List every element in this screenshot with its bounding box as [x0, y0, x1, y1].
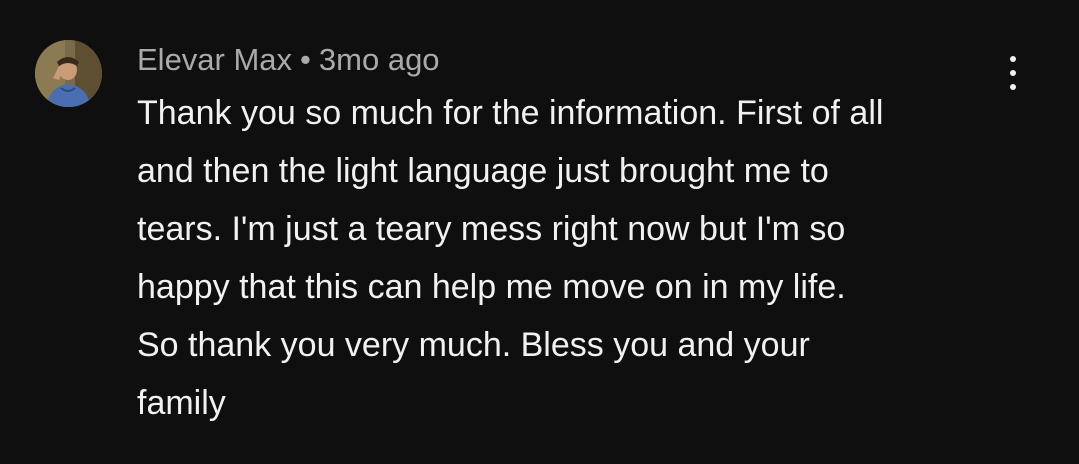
- comment-text-line: family: [137, 384, 226, 422]
- comment-text: Thank you so much for the information. F…: [137, 84, 1017, 432]
- separator-dot: •: [300, 42, 311, 77]
- author-name[interactable]: Elevar Max: [137, 42, 292, 77]
- comment-text-line: tears. I'm just a teary mess right now b…: [137, 210, 846, 248]
- comment-header: Elevar Max • 3mo ago: [137, 40, 440, 80]
- comment-text-line: and then the light language just brought…: [137, 152, 829, 190]
- kebab-dot: [1010, 56, 1016, 62]
- timestamp: 3mo ago: [318, 42, 440, 77]
- avatar[interactable]: [35, 40, 102, 107]
- comment-item: Elevar Max • 3mo ago Thank you so much for…: [0, 0, 1079, 464]
- avatar-image: [35, 40, 102, 107]
- comment-text-line: happy that this can help me move on in m…: [137, 268, 846, 306]
- comment-text-line: Thank you so much for the information. F…: [137, 94, 884, 132]
- kebab-dot: [1010, 70, 1016, 76]
- comment-text-line: So thank you very much. Bless you and yo…: [137, 326, 810, 364]
